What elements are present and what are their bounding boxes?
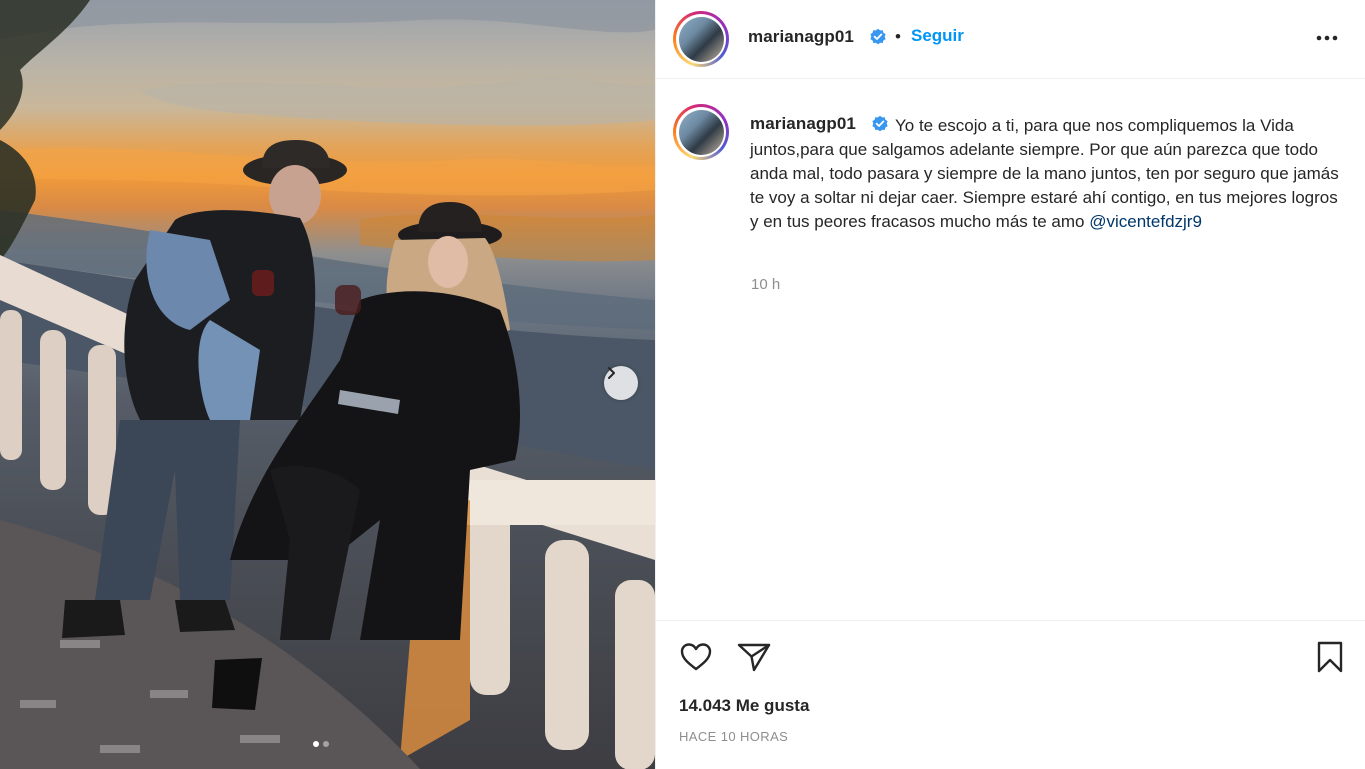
carousel-next-button[interactable]: [604, 366, 638, 400]
caption-author-avatar[interactable]: [673, 104, 729, 160]
caption-relative-time[interactable]: 10 h: [751, 276, 780, 293]
post-photo: [0, 0, 655, 769]
bookmark-icon[interactable]: [1312, 639, 1348, 675]
caption-section: Yo te escojo a ti, para que nos compliqu…: [656, 80, 1365, 620]
follow-button[interactable]: Seguir: [911, 26, 964, 46]
post-details-panel: marianagp01 • Seguir Yo te escojo a ti, …: [655, 0, 1365, 769]
avatar-photo: [678, 109, 724, 155]
author-username[interactable]: marianagp01: [748, 27, 854, 47]
carousel-dot: [323, 741, 329, 747]
caption-mention-link[interactable]: @vicentefdzjr9: [1089, 212, 1202, 231]
paper-plane-icon[interactable]: [736, 639, 772, 675]
carousel-dot-active: [313, 741, 319, 747]
likes-count[interactable]: 14.043 Me gusta: [679, 696, 809, 716]
heart-icon[interactable]: [678, 639, 714, 675]
more-horizontal-icon[interactable]: [1312, 28, 1342, 48]
post-actions: 14.043 Me gusta HACE 10 HORAS: [656, 620, 1365, 769]
verified-badge-icon: [870, 28, 886, 45]
post-header: marianagp01 • Seguir: [656, 0, 1365, 79]
posted-time[interactable]: HACE 10 HORAS: [679, 729, 788, 744]
avatar-photo: [678, 16, 724, 62]
carousel-indicator: [313, 741, 329, 747]
caption-username[interactable]: marianagp01: [750, 114, 856, 134]
post-image[interactable]: [0, 0, 655, 769]
chevron-right-icon: [608, 367, 615, 379]
verified-badge-icon: [872, 115, 888, 132]
author-avatar[interactable]: [673, 11, 729, 67]
separator-dot: •: [895, 27, 901, 46]
